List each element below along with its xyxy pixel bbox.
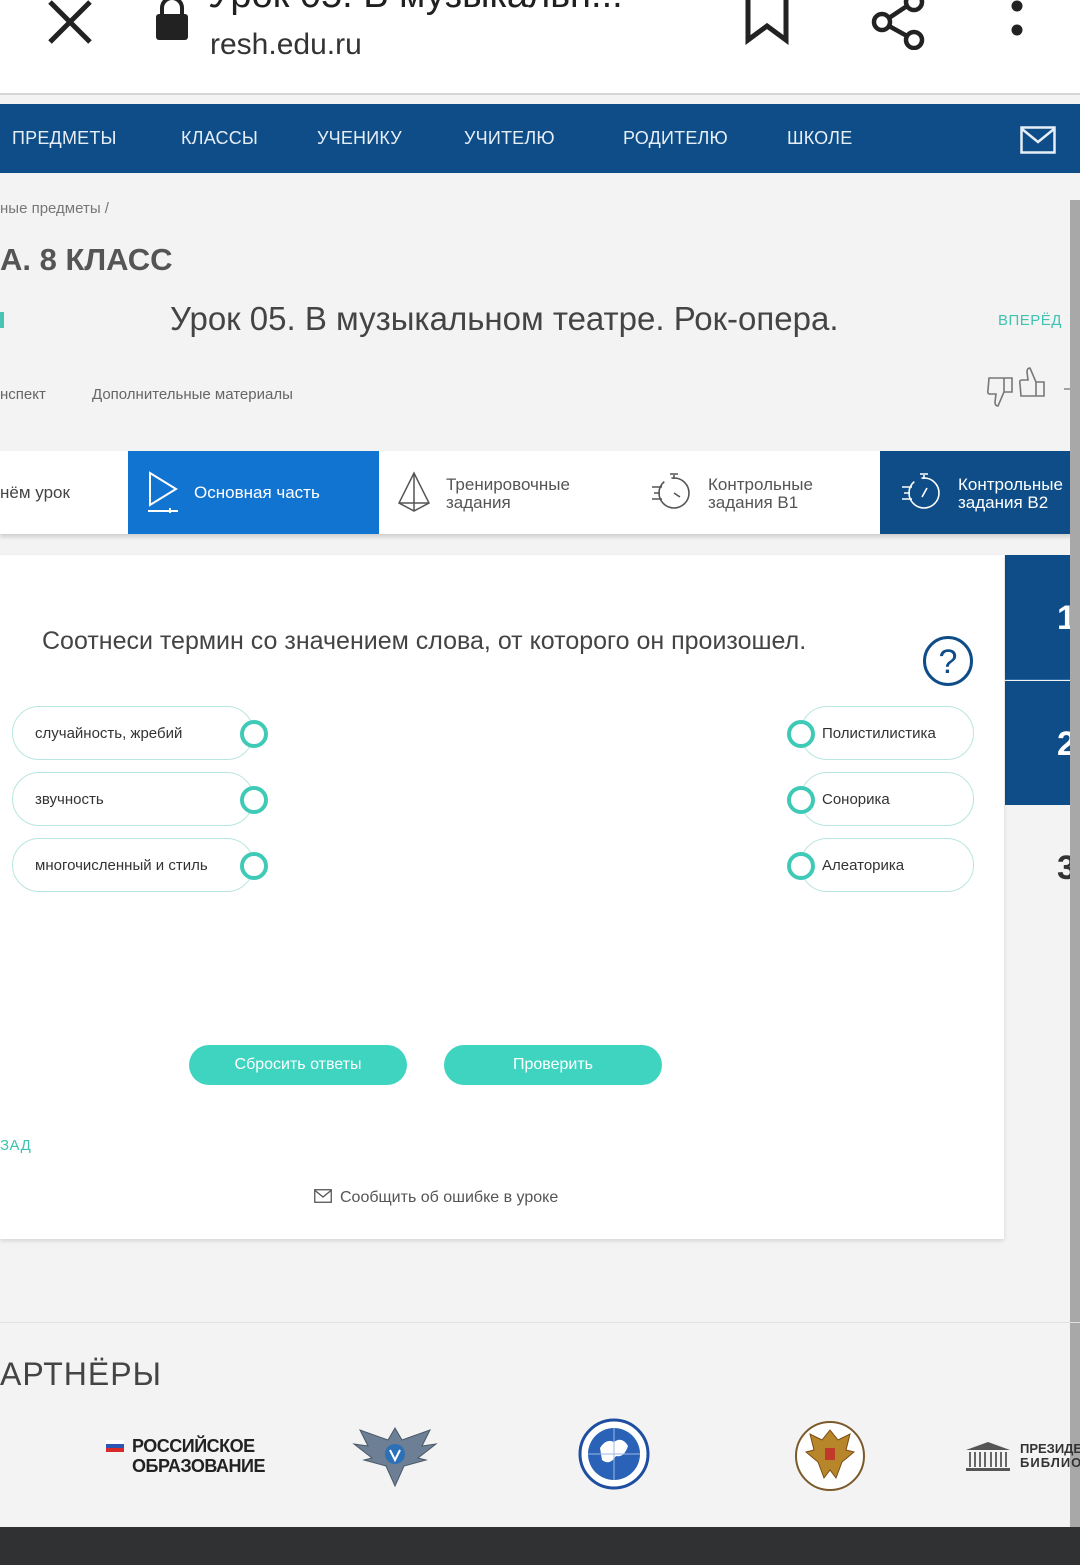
back-link[interactable]: ЗАД	[0, 1137, 31, 1154]
nav-teacher[interactable]: УЧИТЕЛЮ	[464, 128, 555, 149]
report-error-label: Сообщить об ошибке в уроке	[340, 1189, 559, 1206]
report-error-link[interactable]: Сообщить об ошибке в уроке	[314, 1189, 558, 1207]
nav-student[interactable]: УЧЕНИКУ	[317, 128, 402, 149]
connector-dot[interactable]	[240, 786, 268, 814]
match-item-text: звучность	[35, 791, 104, 808]
main-nav: ПРЕДМЕТЫ КЛАССЫ УЧЕНИКУ УЧИТЕЛЮ РОДИТЕЛЮ…	[0, 104, 1080, 173]
connector-dot[interactable]	[787, 852, 815, 880]
match-right-item[interactable]: Полистилистика	[787, 706, 974, 760]
task-card: Соотнеси термин со значением слова, от к…	[0, 555, 1004, 1239]
help-symbol: ?	[939, 643, 958, 681]
tab-label: Контрольные задания В1	[708, 475, 813, 512]
connector-dot[interactable]	[240, 720, 268, 748]
stopwatch-icon	[652, 473, 690, 509]
task-number-2[interactable]: 2	[1005, 681, 1080, 805]
logo-text-line-1: ПРЕЗИДЕ	[1020, 1441, 1080, 1456]
conspect-link[interactable]: нспект	[0, 386, 46, 403]
match-item-text: Алеаторика	[822, 857, 905, 874]
scrollbar[interactable]	[1070, 200, 1080, 1530]
browser-toolbar: Урок 05. В музыкальн... resh.edu.ru	[0, 0, 1080, 95]
page-url[interactable]: resh.edu.ru	[210, 28, 362, 62]
presidential-library-logo[interactable]: ПРЕЗИДЕ БИБЛИО	[964, 1438, 1080, 1478]
tab-label: Тренировочные задания	[446, 475, 570, 512]
help-icon[interactable]: ?	[922, 635, 974, 687]
russian-education-logo[interactable]: РОССИЙСКОЕ ОБРАЗОВАНИЕ	[106, 1436, 266, 1480]
divider	[0, 1322, 1080, 1323]
logo-text-line-2: БИБЛИО	[1020, 1455, 1080, 1470]
tab-training[interactable]: Тренировочные задания	[379, 451, 632, 534]
thumb-up-icon[interactable]	[1018, 366, 1048, 400]
close-icon[interactable]	[40, 0, 100, 52]
mail-icon[interactable]	[1020, 126, 1056, 154]
extra-materials-link[interactable]: Дополнительные материалы	[92, 386, 293, 403]
task-number-1[interactable]: 1	[1005, 555, 1080, 680]
match-item-text: Полистилистика	[822, 725, 936, 742]
connector-dot[interactable]	[787, 720, 815, 748]
tab-label: Основная часть	[194, 483, 320, 502]
play-icon	[148, 471, 178, 513]
reset-answers-button[interactable]: Сбросить ответы	[189, 1045, 407, 1085]
geographic-society-logo[interactable]	[570, 1418, 658, 1490]
task-number-3[interactable]: 3	[1005, 805, 1080, 929]
footer	[0, 1527, 1080, 1565]
tab-control-b1[interactable]: Контрольные задания В1	[632, 451, 880, 534]
match-item-text: случайность, жребий	[35, 725, 183, 742]
logo-text-line-2: ОБРАЗОВАНИЕ	[132, 1456, 265, 1476]
thumb-down-icon[interactable]	[986, 374, 1016, 408]
match-item-text: Сонорика	[822, 791, 890, 808]
lock-icon	[156, 0, 188, 40]
partners-heading: АРТНЁРЫ	[0, 1356, 162, 1392]
nav-classes[interactable]: КЛАССЫ	[181, 128, 258, 149]
breadcrumb[interactable]: ные предметы /	[0, 200, 109, 217]
historical-society-logo[interactable]	[790, 1418, 870, 1492]
back-link-fragment[interactable]	[0, 312, 4, 328]
task-question: Соотнеси термин со значением слова, от к…	[42, 627, 807, 655]
building-icon	[966, 1442, 1010, 1471]
nav-parent[interactable]: РОДИТЕЛЮ	[623, 128, 728, 149]
match-left-item[interactable]: звучность	[12, 772, 268, 826]
tab-main-part[interactable]: Основная часть	[128, 451, 379, 534]
lesson-tabs: нём урок Основная часть Тренировочные за…	[0, 451, 1080, 534]
match-right-item[interactable]: Алеаторика	[787, 838, 974, 892]
more-menu-icon[interactable]	[1003, 0, 1031, 44]
logo-text-line-1: РОССИЙСКОЕ	[132, 1436, 255, 1456]
tab-control-b2[interactable]: Контрольные задания В2	[880, 451, 1080, 534]
tab-label: нём урок	[0, 483, 70, 502]
ministry-eagle-logo[interactable]	[350, 1420, 440, 1490]
stopwatch-icon	[902, 473, 940, 509]
page-title: Урок 05. В музыкальн...	[208, 0, 623, 17]
connector-dot[interactable]	[240, 852, 268, 880]
grade-heading: А. 8 КЛАСС	[0, 242, 173, 277]
bookmark-icon[interactable]	[742, 0, 792, 46]
check-button[interactable]: Проверить	[444, 1045, 662, 1085]
connector-dot[interactable]	[787, 786, 815, 814]
match-item-text: многочисленный и стиль	[35, 857, 208, 874]
mail-icon	[314, 1189, 332, 1203]
nav-subjects[interactable]: ПРЕДМЕТЫ	[12, 128, 117, 149]
share-icon[interactable]	[870, 0, 928, 50]
match-left-item[interactable]: многочисленный и стиль	[12, 838, 268, 892]
match-left-item[interactable]: случайность, жребий	[12, 706, 268, 760]
lesson-title: Урок 05. В музыкальном театре. Рок-опера…	[170, 300, 839, 337]
match-right-item[interactable]: Сонорика	[787, 772, 974, 826]
tab-label: Контрольные задания В2	[958, 475, 1063, 512]
forward-link[interactable]: ВПЕРЁД	[998, 312, 1062, 329]
nav-school[interactable]: ШКОЛЕ	[787, 128, 852, 149]
pyramid-icon	[398, 471, 430, 512]
tab-start-lesson[interactable]: нём урок	[0, 451, 128, 534]
russian-flag-icon	[106, 1440, 124, 1452]
